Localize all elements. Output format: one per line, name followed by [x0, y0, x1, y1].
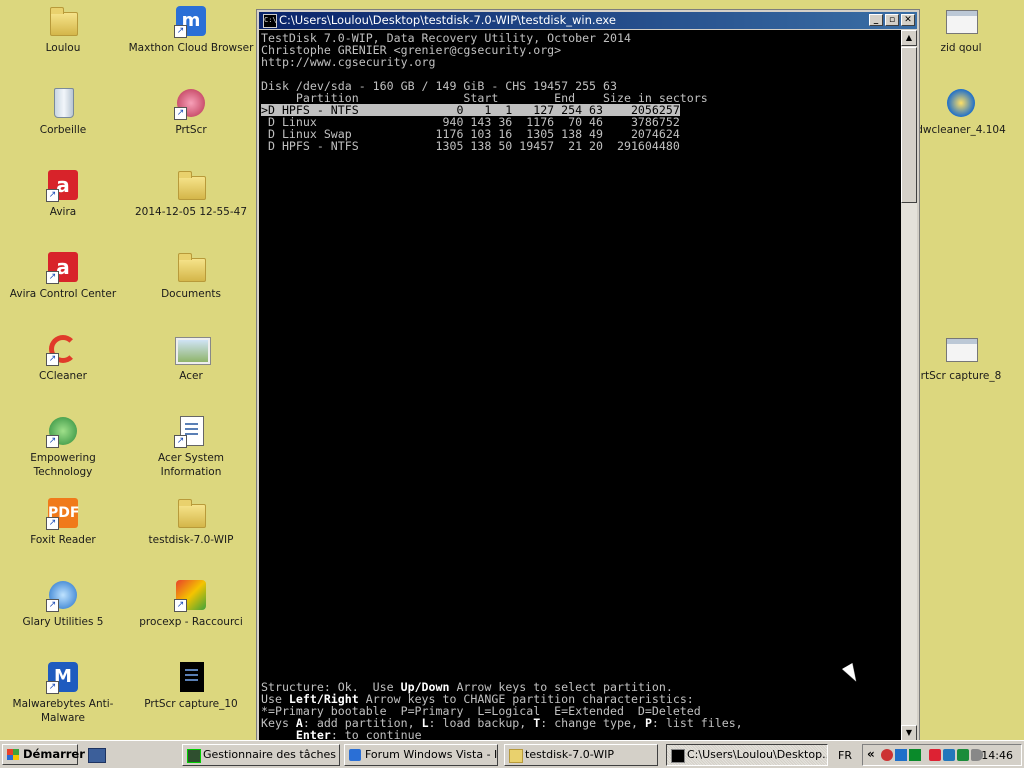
tray-app-icon[interactable] [957, 749, 969, 761]
scroll-up-arrow-icon[interactable]: ▲ [901, 30, 917, 46]
glary-utilities-icon: ↗ [46, 578, 80, 612]
capture-icon [174, 660, 208, 694]
avira-control-center-icon: a ↗ [46, 250, 80, 284]
avira-icon: a ↗ [46, 168, 80, 202]
maxthon-icon: m ↗ [174, 4, 208, 38]
capture-icon [944, 332, 978, 366]
window-title: C:\Users\Loulou\Desktop\testdisk-7.0-WIP… [279, 13, 616, 27]
language-indicator[interactable]: FR [838, 749, 852, 762]
maxthon-icon [349, 749, 361, 761]
procexp-icon: ↗ [174, 578, 208, 612]
document-icon [944, 4, 978, 38]
prtscr-icon: ↗ [174, 86, 208, 120]
desktop-icon-documents[interactable]: Documents [128, 250, 254, 301]
desktop-icon-acer[interactable]: Acer [128, 332, 254, 383]
desktop-icon-malwarebytes[interactable]: M ↗ Malwarebytes Anti-Malware [0, 660, 126, 725]
desktop-icon-avira-control-center[interactable]: a ↗ Avira Control Center [0, 250, 126, 301]
taskbar-task-testdisk-console[interactable]: C:\Users\Loulou\Desktop... [666, 744, 828, 766]
desktop-icon-empowering-technology[interactable]: ↗ Empowering Technology [0, 414, 126, 479]
taskbar-task-testdisk-folder[interactable]: testdisk-7.0-WIP [504, 744, 658, 766]
tray-expand-icon[interactable]: « [867, 747, 875, 761]
document-icon: ↗ [174, 414, 208, 448]
window-titlebar[interactable]: C:\ C:\Users\Loulou\Desktop\testdisk-7.0… [259, 12, 917, 29]
desktop-icon-folder-2014-12-05[interactable]: 2014-12-05 12-55-47 [128, 168, 254, 219]
maximize-button[interactable]: ▫ [885, 14, 899, 26]
desktop-icon-testdisk-folder[interactable]: testdisk-7.0-WIP [128, 496, 254, 547]
console-vertical-scrollbar[interactable]: ▲ ▼ [901, 30, 917, 741]
console-app-icon: C:\ [263, 14, 277, 28]
show-desktop-icon[interactable] [88, 748, 106, 763]
desktop-icon-acer-system-information[interactable]: ↗ Acer System Information [128, 414, 254, 479]
taskbar-task-task-manager[interactable]: Gestionnaire des tâches ... [182, 744, 340, 766]
folder-icon [509, 749, 523, 763]
folder-icon [174, 496, 208, 530]
console-output[interactable]: TestDisk 7.0-WIP, Data Recovery Utility,… [259, 30, 901, 741]
minimize-button[interactable]: _ [869, 14, 883, 26]
desktop-icon-corbeille[interactable]: Corbeille [0, 86, 126, 137]
windows-logo-icon [7, 749, 19, 760]
testdisk-console-window[interactable]: C:\ C:\Users\Loulou\Desktop\testdisk-7.0… [256, 9, 920, 744]
desktop-icon-prtscr-capture-10[interactable]: PrtScr capture_10 [128, 660, 254, 711]
tray-app-icon[interactable] [929, 749, 941, 761]
desktop-icon-ccleaner[interactable]: ↗ CCleaner [0, 332, 126, 383]
malwarebytes-icon: M ↗ [46, 660, 80, 694]
desktop-icon-glary-utilities[interactable]: ↗ Glary Utilities 5 [0, 578, 126, 629]
partition-row[interactable]: D HPFS - NTFS 1305 138 50 19457 21 20 29… [261, 140, 680, 152]
desktop-icon-prtscr[interactable]: ↗ PrtScr [128, 86, 254, 137]
tray-app-icon[interactable] [909, 749, 921, 761]
desktop-icon-avira[interactable]: a ↗ Avira [0, 168, 126, 219]
console-app-icon [671, 749, 685, 763]
taskbar-task-forum-windows-vista[interactable]: Forum Windows Vista - I... [344, 744, 498, 766]
tray-app-icon[interactable] [881, 749, 893, 761]
recycle-bin-icon [46, 86, 80, 120]
start-button[interactable]: Démarrer [2, 744, 85, 765]
adwcleaner-icon [944, 86, 978, 120]
empowering-technology-icon: ↗ [46, 414, 80, 448]
user-folder-icon [46, 4, 80, 38]
desktop-icon-foxit-reader[interactable]: PDF ↗ Foxit Reader [0, 496, 126, 547]
desktop-icon-procexp[interactable]: ↗ procexp - Raccourci [128, 578, 254, 629]
scroll-down-arrow-icon[interactable]: ▼ [901, 725, 917, 741]
tray-app-icon[interactable] [895, 749, 907, 761]
task-manager-icon [187, 749, 201, 763]
desktop-icon-maxthon[interactable]: m ↗ Maxthon Cloud Browser [128, 4, 254, 55]
folder-icon [174, 168, 208, 202]
system-tray: « 14:46 [862, 744, 1022, 766]
taskbar: Démarrer Gestionnaire des tâches ... For… [0, 740, 1024, 768]
clock[interactable]: 14:46 [981, 749, 1013, 762]
console-line-url: http://www.cgsecurity.org [261, 55, 436, 69]
foxit-reader-icon: PDF ↗ [46, 496, 80, 530]
folder-icon [174, 250, 208, 284]
network-icon[interactable] [943, 749, 955, 761]
ccleaner-icon: ↗ [46, 332, 80, 366]
desktop-icon-loulou[interactable]: Loulou [0, 4, 126, 55]
close-button[interactable]: ✕ [901, 14, 915, 26]
acer-photo-icon [174, 332, 210, 366]
scrollbar-thumb[interactable] [901, 47, 917, 203]
